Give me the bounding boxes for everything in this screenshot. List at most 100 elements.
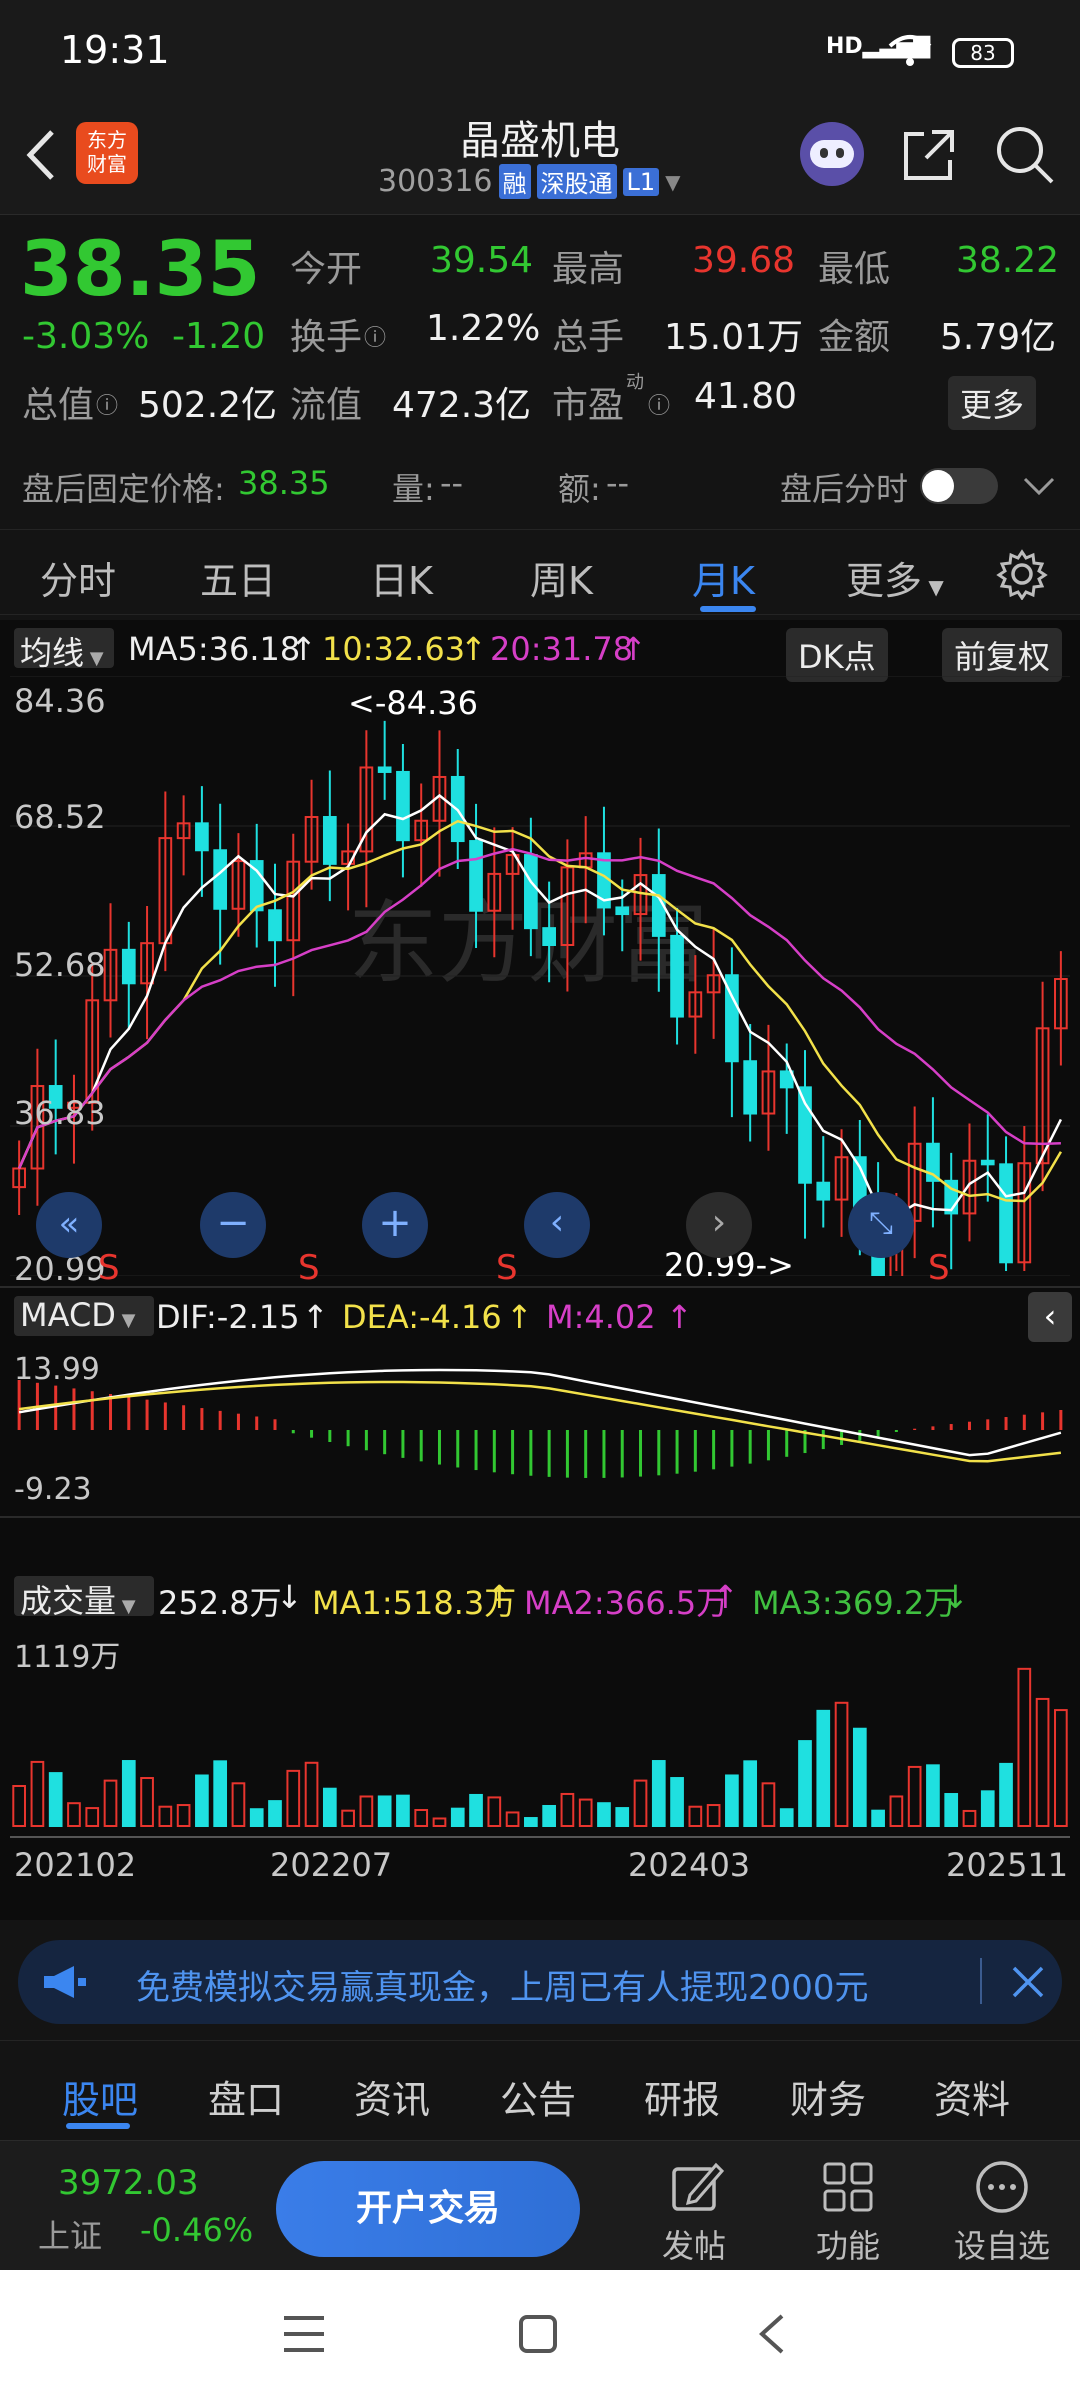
assistant-avatar-icon[interactable]: [800, 122, 864, 186]
volume-bar: [962, 1809, 977, 1828]
y-axis-4: 36.83: [14, 1094, 106, 1132]
tab-forum[interactable]: 股吧: [62, 2069, 138, 2124]
after-hours-toggle[interactable]: [920, 468, 998, 504]
index-name[interactable]: 上证: [38, 2211, 102, 2257]
sell-signal: S: [298, 1248, 320, 1288]
connect-badge: 深股通: [536, 164, 617, 199]
scroll-right-icon[interactable]: ›: [686, 1192, 752, 1258]
volume-chart[interactable]: [10, 1626, 1070, 1836]
battery-icon: 83: [952, 38, 1014, 68]
megaphone-icon: [44, 1966, 86, 1998]
period-tabs: 分时 五日 日K 周K 月K 更多 ▼: [0, 530, 1080, 615]
chevron-down-icon[interactable]: [1022, 474, 1056, 498]
kline-chart-area[interactable]: 均线 ▼ MA5:36.18 ↑ 10:32.63 ↑ 20:31.78 ↑ D…: [0, 620, 1080, 1920]
share-icon[interactable]: [900, 126, 958, 184]
promo-banner[interactable]: 免费模拟交易赢真现金，上周已有人提现2000元: [18, 1940, 1062, 2024]
max-price-note: <-84.36: [348, 684, 478, 722]
volume-bar: [597, 1802, 611, 1827]
info-icon[interactable]: ⓘ: [96, 388, 118, 420]
low-label: 最低: [818, 249, 891, 290]
scroll-left-fast-icon[interactable]: «: [36, 1192, 102, 1258]
date-label: 202207: [270, 1846, 393, 1884]
volume-bar: [980, 1790, 995, 1828]
kline-main-chart[interactable]: 东方财富: [10, 676, 1070, 1276]
open-account-trade-button[interactable]: 开户交易: [276, 2161, 580, 2257]
collapse-panel-icon[interactable]: ‹: [1028, 1292, 1072, 1342]
market-cap-label: 总值: [22, 385, 95, 426]
info-tabs: 股吧 盘口 资讯 公告 研报 财务 资料: [0, 2040, 1080, 2140]
volume-bar: [834, 1701, 849, 1827]
action-bar: 3972.03 上证 -0.46% 开户交易 发帖 功能 设自选: [0, 2140, 1080, 2270]
ma-selector[interactable]: 均线 ▼: [14, 628, 114, 672]
tab-daily-k[interactable]: 日K: [370, 550, 433, 605]
adjust-price-button[interactable]: 前复权: [942, 628, 1063, 682]
sell-signal: S: [98, 1248, 120, 1288]
post-label[interactable]: 发帖: [662, 2221, 726, 2267]
back-nav-icon[interactable]: [756, 2312, 786, 2356]
volume-bar: [542, 1804, 556, 1827]
after-volume-label: 量:: [392, 470, 435, 508]
stock-code: 300316: [378, 164, 493, 199]
tab-news[interactable]: 资讯: [354, 2069, 430, 2124]
macd-selector[interactable]: MACD ▼: [14, 1296, 154, 1336]
amount-label: 金额: [818, 317, 891, 358]
dif-value: DIF:-2.15: [156, 1298, 300, 1336]
tab-monthly-k[interactable]: 月K: [692, 550, 755, 605]
candle-body: [524, 854, 538, 930]
candle-body: [396, 770, 410, 842]
up-arrow-icon: ↑: [620, 630, 647, 668]
high-label: 最高: [552, 249, 625, 290]
tab-announcements[interactable]: 公告: [500, 2069, 576, 2124]
sell-signal: S: [928, 1248, 950, 1288]
dk-point-button[interactable]: DK点: [786, 628, 888, 682]
volume-bar: [926, 1764, 940, 1827]
functions-grid-icon[interactable]: [820, 2159, 876, 2215]
candle-body: [121, 948, 136, 985]
volume-bar: [48, 1772, 63, 1828]
tab-financials[interactable]: 财务: [790, 2069, 866, 2124]
volume-bar: [871, 1809, 885, 1827]
scroll-left-icon[interactable]: ‹: [524, 1192, 590, 1258]
volume-bar: [322, 1787, 337, 1827]
volume-bar: [487, 1796, 502, 1827]
macd-chart[interactable]: [10, 1346, 1070, 1514]
last-price: 38.35: [20, 224, 261, 313]
settings-gear-icon[interactable]: [996, 548, 1048, 600]
close-icon[interactable]: [1010, 1964, 1046, 2000]
menu-icon[interactable]: [282, 2314, 326, 2354]
down-arrow-icon: ↓: [942, 1578, 969, 1616]
index-percent[interactable]: -0.46%: [140, 2211, 253, 2249]
promo-text: 免费模拟交易赢真现金，上周已有人提现2000元: [136, 1968, 869, 2008]
tab-more[interactable]: 更多 ▼: [846, 550, 944, 605]
tab-intraday[interactable]: 分时: [40, 550, 116, 605]
tab-order-book[interactable]: 盘口: [208, 2069, 284, 2124]
tab-weekly-k[interactable]: 周K: [530, 550, 593, 605]
open-value: 39.54: [430, 240, 534, 281]
up-arrow-icon: ↑: [460, 630, 487, 668]
add-watchlist-icon[interactable]: [974, 2159, 1030, 2215]
add-watchlist-label[interactable]: 设自选: [954, 2221, 1050, 2267]
tab-five-day[interactable]: 五日: [200, 550, 276, 605]
ma5-line: [17, 793, 1063, 1218]
more-button[interactable]: 更多: [948, 376, 1037, 430]
vol-ma2-value: MA2:366.5万: [524, 1584, 729, 1622]
dea-value: DEA:-4.16: [342, 1298, 502, 1336]
fullscreen-icon[interactable]: ⤡: [848, 1192, 914, 1258]
info-icon[interactable]: ⓘ: [364, 320, 386, 352]
tab-profile[interactable]: 资料: [934, 2069, 1010, 2124]
search-icon[interactable]: [994, 124, 1056, 186]
compose-post-icon[interactable]: [668, 2159, 724, 2215]
home-icon[interactable]: [518, 2314, 558, 2354]
tab-research[interactable]: 研报: [644, 2069, 720, 2124]
macd-selector-label: MACD: [20, 1296, 116, 1334]
volume-selector[interactable]: 成交量 ▼: [14, 1576, 154, 1620]
zoom-out-icon[interactable]: −: [200, 1192, 266, 1258]
volume-bar: [505, 1811, 520, 1827]
functions-label[interactable]: 功能: [816, 2221, 880, 2267]
index-value[interactable]: 3972.03: [58, 2163, 199, 2203]
zoom-in-icon[interactable]: +: [362, 1192, 428, 1258]
dropdown-icon[interactable]: ▼: [665, 170, 680, 194]
quote-panel: 38.35 -3.03% -1.20 今开 39.54 最高 39.68 最低 …: [0, 216, 1080, 430]
macd-m-value: M:4.02: [546, 1298, 656, 1336]
info-icon[interactable]: ⓘ: [648, 388, 670, 420]
